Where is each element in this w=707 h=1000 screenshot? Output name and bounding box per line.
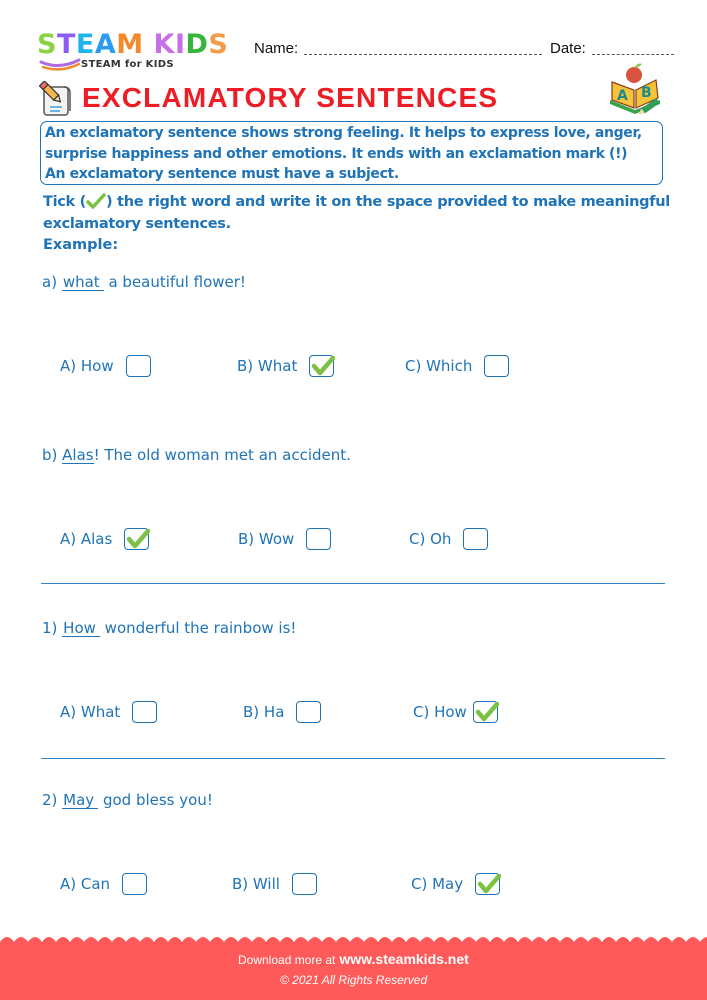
copyright-text: © 2021 All Rights Reserved bbox=[280, 973, 428, 987]
name-blank[interactable] bbox=[304, 45, 543, 55]
download-text: Download more at www.steamkids.net bbox=[238, 951, 469, 967]
svg-text:A: A bbox=[617, 88, 628, 104]
definition-line: surprise happiness and other emotions. I… bbox=[45, 145, 628, 162]
answer-blank[interactable]: Alas bbox=[62, 447, 94, 464]
logo-letter: K bbox=[153, 29, 175, 60]
question-text: wonderful the rainbow is! bbox=[99, 619, 297, 637]
logo-letter: D bbox=[185, 29, 209, 60]
question-text: a beautiful flower! bbox=[103, 273, 246, 291]
answer-option: B) What bbox=[237, 355, 336, 377]
question-text: god bless you! bbox=[98, 791, 213, 809]
question-number: b) bbox=[42, 446, 63, 464]
option-label: B) Wow bbox=[238, 530, 295, 548]
definition-line: An exclamatory sentence must have a subj… bbox=[45, 166, 399, 182]
question-number: 1) bbox=[42, 619, 63, 637]
answer-option: C) Oh bbox=[409, 528, 489, 550]
website-link[interactable]: www.steamkids.net bbox=[339, 951, 468, 967]
answer-option: B) Will bbox=[232, 873, 317, 895]
logo-letter: T bbox=[56, 29, 76, 60]
option-label: B) Ha bbox=[243, 703, 285, 721]
svg-text:B: B bbox=[641, 85, 652, 101]
question-sentence: 2) May god bless you! bbox=[42, 791, 213, 809]
checkbox[interactable] bbox=[122, 873, 148, 895]
question-sentence: a) what a beautiful flower! bbox=[42, 273, 246, 291]
date-field[interactable]: Date: bbox=[550, 40, 674, 57]
logo-letter bbox=[144, 30, 154, 60]
instructions-text: ) the right word and write it on the spa… bbox=[105, 194, 670, 210]
pencil-paper-icon bbox=[38, 81, 71, 116]
checkbox[interactable] bbox=[463, 528, 489, 550]
option-label: A) Can bbox=[60, 875, 111, 893]
checkbox[interactable] bbox=[296, 701, 322, 723]
question-number: 2) bbox=[42, 791, 63, 809]
option-label: C) How bbox=[413, 703, 467, 721]
scallop-border bbox=[0, 937, 707, 944]
logo-letter: S bbox=[208, 29, 229, 60]
date-blank[interactable] bbox=[591, 45, 674, 55]
answer-option: A) Alas bbox=[60, 528, 151, 550]
option-label: A) Alas bbox=[60, 530, 113, 548]
answer-option: B) Ha bbox=[243, 701, 322, 723]
definition-line: An exclamatory sentence shows strong fee… bbox=[45, 125, 642, 141]
checkbox-checked[interactable] bbox=[309, 355, 336, 377]
answer-blank[interactable]: May bbox=[62, 792, 99, 809]
option-label: C) Which bbox=[405, 357, 473, 375]
checkbox[interactable] bbox=[125, 355, 151, 377]
answer-option: C) How bbox=[413, 701, 499, 723]
checkmark-icon bbox=[477, 873, 502, 894]
answer-option: A) How bbox=[60, 355, 151, 377]
answer-blank[interactable]: what bbox=[61, 274, 104, 291]
answer-option: C) Which bbox=[405, 355, 510, 377]
option-label: A) How bbox=[60, 357, 114, 375]
footer: Download more at www.steamkids.net © 2021… bbox=[0, 937, 707, 1000]
steam-kids-logo: STEAM KIDS STEAM for KIDS bbox=[37, 30, 237, 72]
question-number: a) bbox=[42, 273, 62, 291]
abc-book-icon: A B bbox=[610, 63, 660, 115]
checkbox[interactable] bbox=[306, 528, 332, 550]
download-label: Download more at bbox=[238, 953, 336, 967]
logo-letter: S bbox=[37, 29, 57, 60]
checkbox[interactable] bbox=[484, 355, 510, 377]
instructions: Tick ( ) the right word and write it on t… bbox=[43, 191, 670, 235]
logo-swoosh-icon bbox=[39, 58, 81, 71]
instructions-text: Tick ( bbox=[43, 194, 86, 210]
answer-option: B) Wow bbox=[238, 528, 332, 550]
date-label: Date: bbox=[550, 40, 586, 57]
answer-blank[interactable]: How bbox=[62, 620, 100, 637]
option-label: B) What bbox=[237, 357, 298, 375]
logo-letter: A bbox=[94, 29, 117, 60]
checkmark-icon bbox=[127, 528, 151, 549]
checkbox[interactable] bbox=[132, 701, 158, 723]
answer-option: C) May bbox=[411, 873, 502, 895]
option-label: C) May bbox=[411, 875, 464, 893]
question-sentence: b) Alas! The old woman met an accident. bbox=[42, 446, 351, 464]
definition-box: An exclamatory sentence shows strong fee… bbox=[40, 121, 663, 185]
checkbox-checked[interactable] bbox=[472, 701, 499, 723]
option-label: A) What bbox=[60, 703, 121, 721]
checkbox-checked[interactable] bbox=[475, 873, 502, 895]
divider-line bbox=[41, 583, 665, 584]
logo-wordmark: STEAM KIDS bbox=[37, 30, 237, 60]
logo-letter: I bbox=[174, 29, 186, 60]
logo-letter: E bbox=[75, 29, 95, 60]
question-text: ! The old woman met an accident. bbox=[93, 446, 351, 464]
checkmark-icon bbox=[312, 355, 336, 376]
checkmark-icon bbox=[475, 701, 499, 722]
name-label: Name: bbox=[254, 40, 299, 57]
checkbox-checked[interactable] bbox=[124, 528, 151, 550]
logo-tagline: STEAM for KIDS bbox=[81, 59, 174, 70]
logo-letter: M bbox=[116, 29, 144, 60]
answer-option: A) What bbox=[60, 701, 158, 723]
option-label: B) Will bbox=[232, 875, 280, 893]
name-field[interactable]: Name: bbox=[254, 40, 543, 57]
instructions-text: exclamatory sentences. bbox=[43, 216, 231, 232]
divider-line bbox=[41, 758, 665, 759]
question-sentence: 1) How wonderful the rainbow is! bbox=[42, 619, 296, 637]
page-title: EXCLAMATORY SENTENCES bbox=[82, 82, 499, 113]
option-label: C) Oh bbox=[409, 530, 452, 548]
answer-option: A) Can bbox=[60, 873, 148, 895]
checkbox[interactable] bbox=[291, 873, 317, 895]
example-label: Example: bbox=[43, 237, 119, 253]
tick-icon bbox=[86, 193, 106, 209]
